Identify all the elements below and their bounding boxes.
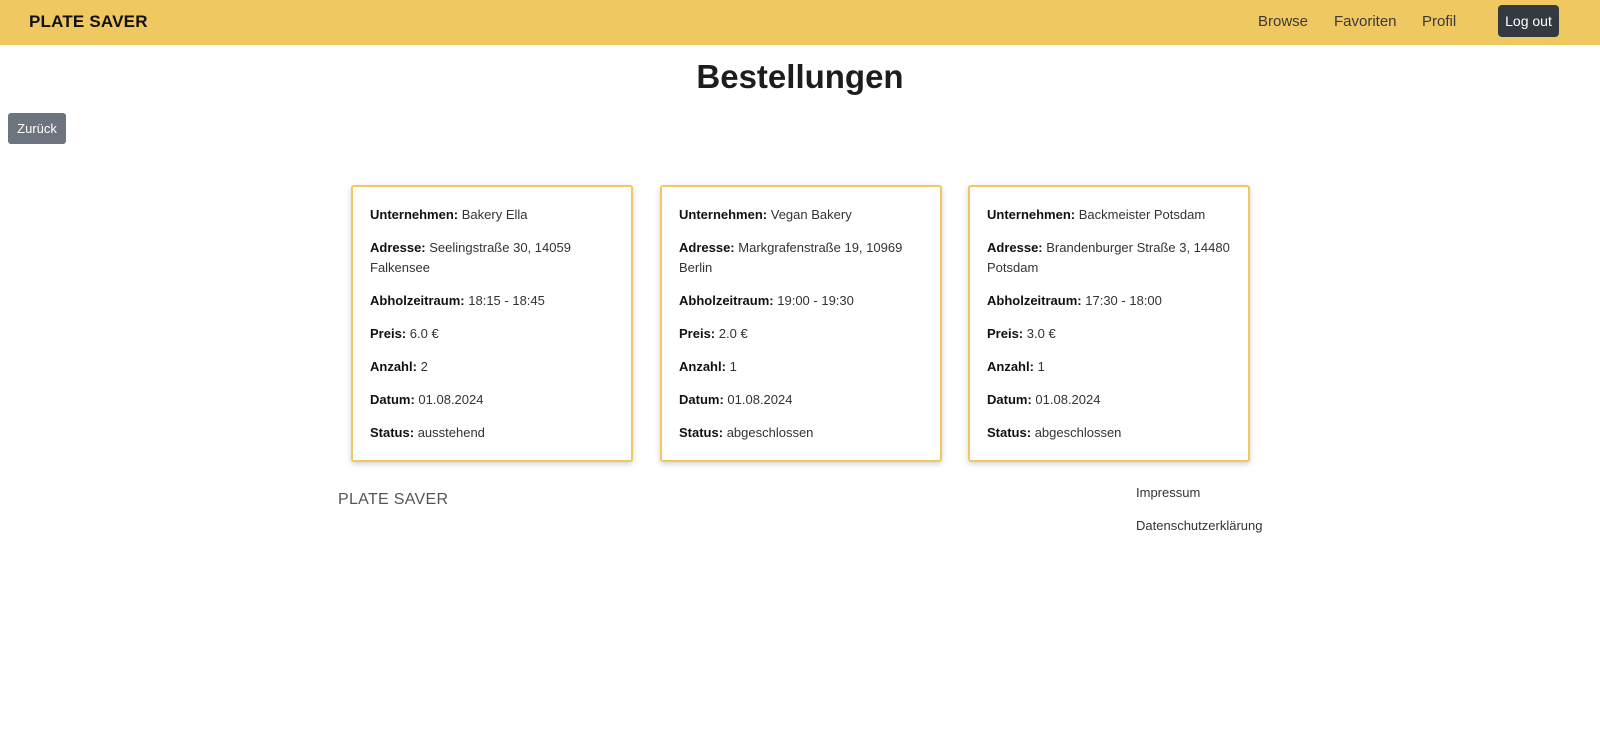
order-quantity: Anzahl: 1 [987, 357, 1232, 377]
status-label: Status: [987, 425, 1032, 440]
pickup-value: 19:00 - 19:30 [777, 293, 854, 308]
footer-link-impressum[interactable]: Impressum [1136, 485, 1200, 500]
order-price: Preis: 3.0 € [987, 324, 1232, 344]
order-price: Preis: 2.0 € [679, 324, 924, 344]
brand-logo[interactable]: PLATE SAVER [29, 12, 148, 32]
date-label: Datum: [987, 392, 1032, 407]
status-label: Status: [679, 425, 724, 440]
price-label: Preis: [679, 326, 716, 341]
quantity-value: 1 [729, 359, 737, 374]
order-card: Unternehmen: Backmeister Potsdam Adresse… [968, 185, 1250, 462]
order-quantity: Anzahl: 1 [679, 357, 924, 377]
nav-browse[interactable]: Browse [1258, 13, 1308, 30]
date-value: 01.08.2024 [1035, 392, 1101, 407]
company-value: Bakery Ella [461, 207, 528, 222]
date-label: Datum: [370, 392, 415, 407]
price-value: 3.0 € [1026, 326, 1056, 341]
company-value: Vegan Bakery [770, 207, 852, 222]
price-label: Preis: [987, 326, 1024, 341]
date-value: 01.08.2024 [418, 392, 484, 407]
company-label: Unternehmen: [370, 207, 459, 222]
status-value: abgeschlossen [1034, 425, 1122, 440]
price-label: Preis: [370, 326, 407, 341]
pickup-label: Abholzeitraum: [987, 293, 1082, 308]
order-date: Datum: 01.08.2024 [987, 390, 1232, 410]
pickup-value: 17:30 - 18:00 [1085, 293, 1162, 308]
order-company: Unternehmen: Vegan Bakery [679, 205, 924, 225]
order-date: Datum: 01.08.2024 [679, 390, 924, 410]
company-label: Unternehmen: [679, 207, 768, 222]
address-label: Adresse: [370, 240, 426, 255]
date-label: Datum: [679, 392, 724, 407]
order-pickup: Abholzeitraum: 18:15 - 18:45 [370, 291, 615, 311]
order-pickup: Abholzeitraum: 17:30 - 18:00 [987, 291, 1232, 311]
order-status: Status: ausstehend [370, 423, 615, 443]
address-label: Adresse: [679, 240, 735, 255]
order-date: Datum: 01.08.2024 [370, 390, 615, 410]
status-value: abgeschlossen [726, 425, 814, 440]
page-title: Bestellungen [696, 58, 904, 95]
order-card: Unternehmen: Bakery Ella Adresse: Seelin… [351, 185, 633, 462]
top-navbar: PLATE SAVER Browse Favoriten Profil Log … [0, 0, 1600, 45]
footer-brand: PLATE SAVER [338, 491, 449, 508]
order-address: Adresse: Brandenburger Straße 3, 14480 P… [987, 238, 1232, 278]
order-status: Status: abgeschlossen [987, 423, 1232, 443]
order-pickup: Abholzeitraum: 19:00 - 19:30 [679, 291, 924, 311]
pickup-label: Abholzeitraum: [679, 293, 774, 308]
nav-profil[interactable]: Profil [1422, 13, 1456, 30]
quantity-label: Anzahl: [370, 359, 417, 374]
quantity-value: 1 [1037, 359, 1045, 374]
order-status: Status: abgeschlossen [679, 423, 924, 443]
pickup-label: Abholzeitraum: [370, 293, 465, 308]
quantity-label: Anzahl: [679, 359, 726, 374]
quantity-label: Anzahl: [987, 359, 1034, 374]
order-company: Unternehmen: Backmeister Potsdam [987, 205, 1232, 225]
back-button[interactable]: Zurück [8, 113, 66, 144]
footer-link-datenschutz[interactable]: Datenschutzerklärung [1136, 518, 1262, 533]
status-value: ausstehend [417, 425, 485, 440]
order-quantity: Anzahl: 2 [370, 357, 615, 377]
quantity-value: 2 [420, 359, 428, 374]
company-label: Unternehmen: [987, 207, 1076, 222]
order-address: Adresse: Markgrafenstraße 19, 10969 Berl… [679, 238, 924, 278]
price-value: 2.0 € [718, 326, 748, 341]
order-card: Unternehmen: Vegan Bakery Adresse: Markg… [660, 185, 942, 462]
order-price: Preis: 6.0 € [370, 324, 615, 344]
status-label: Status: [370, 425, 415, 440]
pickup-value: 18:15 - 18:45 [468, 293, 545, 308]
nav-favoriten[interactable]: Favoriten [1334, 13, 1397, 30]
address-label: Adresse: [987, 240, 1043, 255]
date-value: 01.08.2024 [727, 392, 793, 407]
company-value: Backmeister Potsdam [1078, 207, 1206, 222]
order-company: Unternehmen: Bakery Ella [370, 205, 615, 225]
order-address: Adresse: Seelingstraße 30, 14059 Falkens… [370, 238, 615, 278]
price-value: 6.0 € [409, 326, 439, 341]
logout-button[interactable]: Log out [1498, 5, 1559, 37]
